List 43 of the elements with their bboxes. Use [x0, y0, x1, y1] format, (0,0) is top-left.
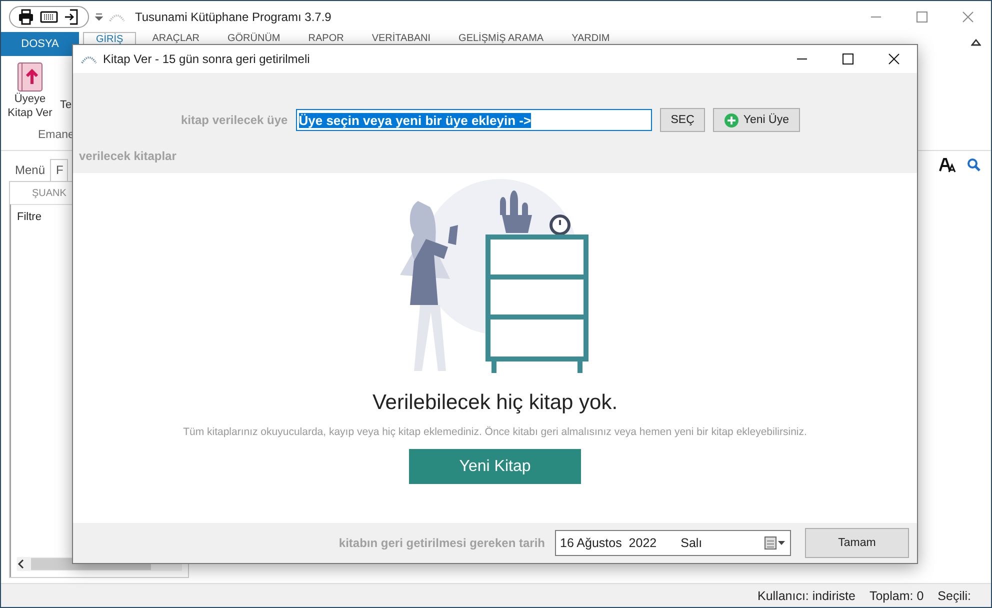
member-field[interactable]: Üye seçin veya yeni bir üye ekleyin -> — [296, 109, 652, 131]
app-logo-icon — [81, 54, 97, 64]
date-picker[interactable]: 16 Ağustos 2022 Salı — [555, 530, 791, 556]
login-icon[interactable] — [64, 8, 80, 24]
select-button[interactable]: SEÇ — [660, 108, 706, 132]
ok-button[interactable]: Tamam — [805, 528, 909, 558]
total-status: Toplam: 0 — [869, 588, 924, 602]
empty-state-title: Verilebilecek hiç kitap yok. — [372, 391, 618, 415]
dialog-title: Kitap Ver - 15 gün sonra geri getirilmeli — [103, 52, 310, 66]
dropdown-icon[interactable] — [95, 12, 103, 20]
app-logo-icon — [109, 12, 125, 22]
keyboard-icon[interactable] — [40, 10, 58, 24]
panel-tab[interactable]: Menü — [9, 160, 50, 181]
calendar-dropdown-icon — [764, 536, 786, 550]
search-icon[interactable] — [967, 158, 981, 172]
close-icon[interactable] — [888, 53, 900, 65]
panel-tab[interactable]: F — [50, 159, 68, 181]
plus-icon — [724, 112, 740, 128]
collapse-ribbon-icon[interactable] — [971, 38, 981, 46]
file-menu-button[interactable]: DOSYA — [1, 32, 79, 56]
ribbon-tab[interactable]: YARDIM — [560, 32, 622, 44]
ribbon-tab[interactable]: ARAÇLAR — [140, 32, 212, 44]
user-status: Kullanıcı: indiriste — [757, 588, 856, 602]
new-member-button[interactable]: Yeni Üye — [713, 108, 800, 132]
chevron-left-icon[interactable] — [17, 559, 25, 569]
ribbon-button[interactable]: Üyeye Kitap Ver — [1, 56, 59, 120]
selected-status: Seçili: — [938, 588, 971, 602]
ribbon-tab[interactable]: GELİŞMİŞ ARAMA — [446, 32, 556, 44]
maximize-icon[interactable] — [842, 53, 854, 65]
filter-label: Filtre — [17, 211, 42, 223]
empty-state-message: Tüm kitaplarınız okuyucularda, kayıp veya hiç kitap eklemediniz. Önce kitabı geri almalısınız veya hemen yeni bir kitap ekleyebilirsiniz. — [183, 426, 807, 438]
new-book-button[interactable]: Yeni Kitap — [409, 449, 581, 484]
print-icon[interactable] — [18, 8, 34, 24]
due-date-label: kitabın geri getirilmesi gereken tarih — [338, 536, 545, 550]
panel-header: ŞUANK — [31, 187, 68, 201]
font-size-icon[interactable] — [939, 157, 957, 173]
ribbon-tab[interactable]: GÖRÜNÜM — [215, 32, 292, 44]
section-label: verilecek kitaplar — [79, 149, 176, 163]
ribbon-tab[interactable]: RAPOR — [296, 32, 356, 44]
field-label: kitap verilecek üye — [181, 113, 288, 127]
book-upload-icon — [17, 62, 43, 92]
window-title: Tusunami Kütüphane Programı 3.7.9 — [135, 10, 332, 24]
ribbon-tab[interactable]: VERİTABANI — [360, 32, 443, 44]
